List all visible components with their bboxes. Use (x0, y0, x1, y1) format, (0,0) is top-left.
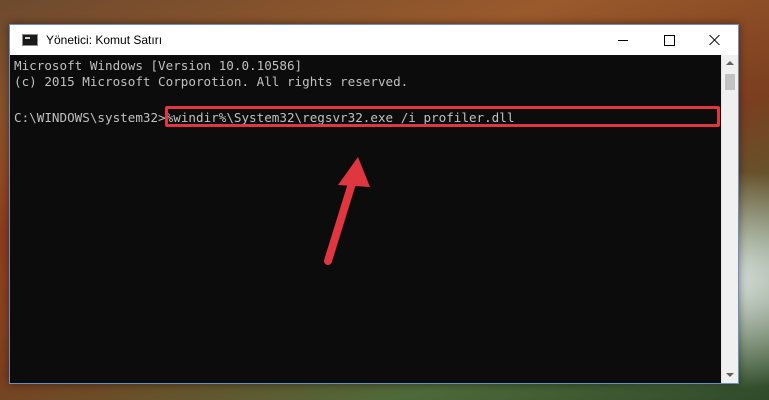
chevron-up-icon (726, 61, 734, 65)
scroll-thumb[interactable] (725, 74, 735, 90)
command-prompt-window: Yönetici: Komut Satırı Microsoft Windows… (9, 24, 739, 384)
maximize-icon (663, 34, 675, 46)
maximize-button[interactable] (646, 25, 692, 55)
console-prompt: C:\WINDOWS\system32> (14, 110, 166, 125)
pointer-arrow-icon (324, 157, 370, 265)
vertical-scrollbar[interactable] (721, 55, 738, 383)
console-output[interactable]: Microsoft Windows [Version 10.0.10586] (… (10, 55, 721, 383)
chevron-down-icon (726, 373, 734, 377)
cmd-icon (22, 34, 38, 46)
scroll-up-button[interactable] (722, 55, 738, 71)
close-icon (709, 34, 721, 46)
console-line-version: Microsoft Windows [Version 10.0.10586] (14, 58, 303, 73)
title-bar[interactable]: Yönetici: Komut Satırı (10, 25, 738, 55)
window-title: Yönetici: Komut Satırı (46, 33, 163, 47)
scroll-down-button[interactable] (722, 367, 738, 383)
minimize-icon (618, 39, 628, 41)
minimize-button[interactable] (600, 25, 646, 55)
close-button[interactable] (692, 25, 738, 55)
console-line-copyright: (c) 2015 Microsoft Corporotion. All righ… (14, 74, 409, 89)
command-highlight-box (165, 106, 720, 127)
